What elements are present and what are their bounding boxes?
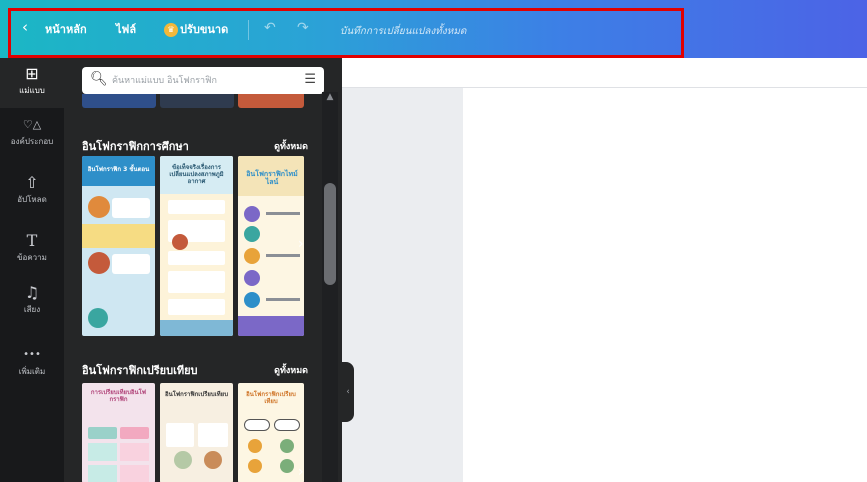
thumbnail-title: การเปรียบเทียบอินโฟกราฟิก [90, 389, 147, 403]
sidebar-item-audio[interactable]: ♫ เสียง [0, 284, 64, 328]
collapse-panel-button[interactable]: ‹ [342, 362, 354, 422]
home-button[interactable]: หน้าหลัก [45, 23, 87, 37]
sidebar-item-more[interactable]: ••• เพิ่มเติม [0, 346, 64, 390]
templates-icon: ⊞ [25, 64, 39, 83]
upload-cloud-icon: ⇧ [25, 173, 39, 192]
template-thumbnail-partial[interactable] [238, 94, 304, 108]
template-thumbnail-partial[interactable] [82, 94, 156, 108]
template-thumbnail[interactable]: อินโฟกราฟิกเปรียบเทียบ [238, 383, 304, 482]
filter-sliders-icon[interactable]: ☰ [304, 72, 316, 87]
music-note-icon: ♫ [24, 283, 40, 302]
scrollbar-thumb[interactable] [324, 183, 336, 285]
next-chevron-icon[interactable]: › [298, 464, 304, 480]
sidebar-item-elements[interactable]: ♡△ องค์ประกอบ [0, 116, 64, 160]
toolbar-divider [248, 20, 249, 40]
search-icon: 🔍︎ [90, 71, 108, 87]
text-icon: T [26, 231, 38, 250]
thumbnail-title: อินโฟกราฟิกเปรียบเทียบ [246, 391, 296, 405]
more-dots-icon: ••• [23, 349, 41, 360]
thumbnail-title: ข้อเท็จจริงเรื่องการเปลี่ยนแปลงสภาพภูมิอ… [169, 164, 224, 185]
see-all-link[interactable]: ดูทั้งหมด [274, 363, 308, 377]
resize-button[interactable]: ปรับขนาด [180, 23, 228, 37]
sidebar-item-label: เพิ่มเติม [18, 367, 46, 376]
sidebar-item-text[interactable]: T ข้อความ [0, 232, 64, 276]
redo-icon[interactable]: ↷ [297, 21, 309, 35]
sidebar-item-uploads[interactable]: ⇧ อัปโหลด [0, 174, 64, 218]
section-title: อินโฟกราฟิกเปรียบเทียบ [82, 364, 198, 377]
template-thumbnail[interactable]: อินโฟกราฟิกเปรียบเทียบ [160, 383, 233, 482]
thumbnail-title: อินโฟกราฟิกไทม์ไลน์ [246, 170, 298, 186]
section-title: อินโฟกราฟิกการศึกษา [82, 140, 189, 153]
editor-toolbar [342, 58, 867, 88]
template-thumbnail-partial[interactable] [160, 94, 234, 108]
sidebar-item-label: เสียง [23, 305, 41, 314]
sidebar-item-label: แม่แบบ [19, 86, 45, 95]
see-all-link[interactable]: ดูทั้งหมด [274, 139, 308, 153]
back-chevron-icon[interactable]: ‹ [22, 20, 28, 35]
next-chevron-icon[interactable]: › [298, 236, 304, 252]
search-input[interactable] [112, 73, 292, 88]
file-menu-button[interactable]: ไฟล์ [116, 23, 136, 37]
search-box[interactable]: 🔍︎ ☰ [82, 67, 324, 94]
sidebar-item-templates[interactable]: ⊞ แม่แบบ [0, 58, 64, 108]
template-thumbnail[interactable]: อินโฟกราฟิกไทม์ไลน์ [238, 156, 304, 336]
design-page[interactable] [463, 88, 867, 482]
template-thumbnail[interactable]: อินโฟกราฟิก 3 ขั้นตอน [82, 156, 155, 336]
left-nav-rail: ⊞ แม่แบบ ♡△ องค์ประกอบ ⇧ อัปโหลด T ข้อคว… [0, 58, 64, 482]
save-status-text: บันทึกการเปลี่ยนแปลงทั้งหมด [340, 26, 467, 37]
scroll-up-icon[interactable]: ▲ [324, 92, 336, 106]
sidebar-item-label: ข้อความ [17, 253, 47, 262]
thumbnail-title: อินโฟกราฟิก 3 ขั้นตอน [87, 166, 150, 173]
thumbnail-title: อินโฟกราฟิกเปรียบเทียบ [164, 391, 229, 398]
undo-icon[interactable]: ↶ [264, 21, 276, 35]
crown-icon: ♛ [164, 23, 178, 37]
sidebar-item-label: องค์ประกอบ [10, 137, 54, 146]
template-thumbnail[interactable]: ข้อเท็จจริงเรื่องการเปลี่ยนแปลงสภาพภูมิอ… [160, 156, 233, 336]
sidebar-item-label: อัปโหลด [17, 195, 47, 204]
elements-icon: ♡△ [22, 118, 42, 131]
template-thumbnail[interactable]: การเปรียบเทียบอินโฟกราฟิก [82, 383, 155, 482]
panel-scrollbar[interactable] [322, 92, 338, 482]
templates-panel: 🔍︎ ☰ อินโฟกราฟิกการศึกษา ดูทั้งหมด อินโฟ… [64, 58, 342, 482]
